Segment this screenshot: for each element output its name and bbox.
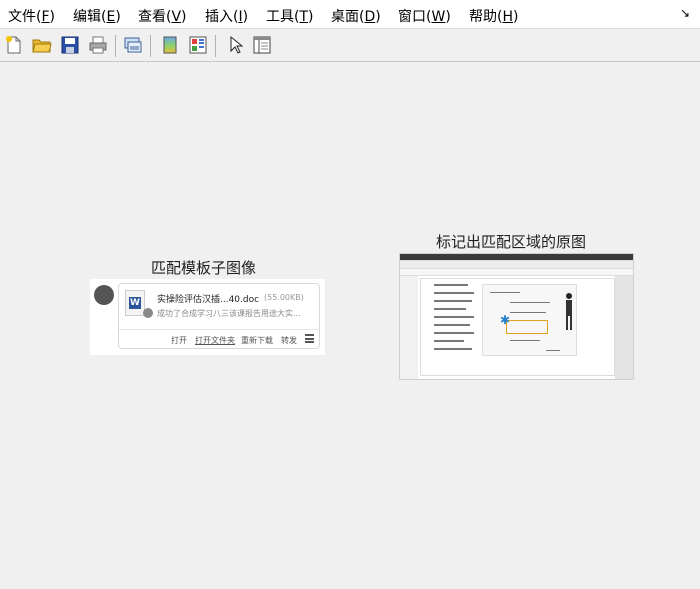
menu-help[interactable]: 帮助(H) <box>469 6 518 26</box>
avatar <box>94 285 114 305</box>
menu-tools[interactable]: 工具(T) <box>266 6 314 26</box>
menu-insert[interactable]: 插入(I) <box>205 6 248 26</box>
match-marker-icon: ✱ <box>500 313 511 327</box>
original-image: ✱ <box>399 253 634 380</box>
menu-view[interactable]: 查看(V) <box>138 6 187 26</box>
menubar: 文件(F) 编辑(E) 查看(V) 插入(I) 工具(T) 桌面(D) 窗口(W… <box>0 0 700 29</box>
toolbar-separator <box>150 35 151 57</box>
file-name: 实操险评估汉插...40.doc <box>157 295 260 305</box>
layout-icon[interactable] <box>186 33 210 57</box>
color-icon[interactable] <box>158 33 182 57</box>
new-file-icon[interactable] <box>2 33 26 57</box>
menu-desktop[interactable]: 桌面(D) <box>331 6 381 26</box>
toolbar-separator <box>115 35 116 57</box>
pointer-icon[interactable] <box>223 33 247 57</box>
match-highlight-box <box>506 320 548 334</box>
open-folder-icon[interactable] <box>30 33 54 57</box>
screenshot-icon[interactable] <box>121 33 145 57</box>
orig-toolbar <box>400 269 633 276</box>
open-folder-action: 打开文件夹 <box>195 336 235 345</box>
open-action: 打开 <box>171 336 187 345</box>
orig-menubar <box>400 261 633 269</box>
word-file-icon: W <box>125 290 145 316</box>
file-size: (55.00KB) <box>264 293 304 302</box>
original-caption: 标记出匹配区域的原图 <box>436 233 587 251</box>
orig-titlebar <box>400 254 633 261</box>
check-icon <box>143 308 153 318</box>
menu-icon <box>305 334 314 343</box>
menu-window[interactable]: 窗口(W) <box>398 6 451 26</box>
redownload-action: 重新下载 <box>241 336 273 345</box>
panel-icon[interactable] <box>250 33 274 57</box>
orig-figure-illustration <box>566 293 572 330</box>
orig-right-pane <box>615 276 633 379</box>
menu-edit[interactable]: 编辑(E) <box>73 6 121 26</box>
orig-left-pane <box>400 276 418 379</box>
forward-action: 转发 <box>281 336 297 345</box>
file-card: W 实操险评估汉插...40.doc (55.00KB) 成功了合成学习八三该课… <box>118 283 320 349</box>
file-description: 成功了合成学习八三该课报告用途大实... <box>157 309 301 318</box>
toolbar-separator <box>215 35 216 57</box>
menu-file[interactable]: 文件(F) <box>8 6 55 26</box>
template-caption: 匹配模板子图像 <box>151 259 257 277</box>
toolbar <box>0 29 700 62</box>
template-image: W 实操险评估汉插...40.doc (55.00KB) 成功了合成学习八三该课… <box>90 279 325 355</box>
card-divider <box>119 329 319 330</box>
print-icon[interactable] <box>86 33 110 57</box>
restore-window-icon[interactable]: ↘ <box>680 6 694 20</box>
save-icon[interactable] <box>58 33 82 57</box>
